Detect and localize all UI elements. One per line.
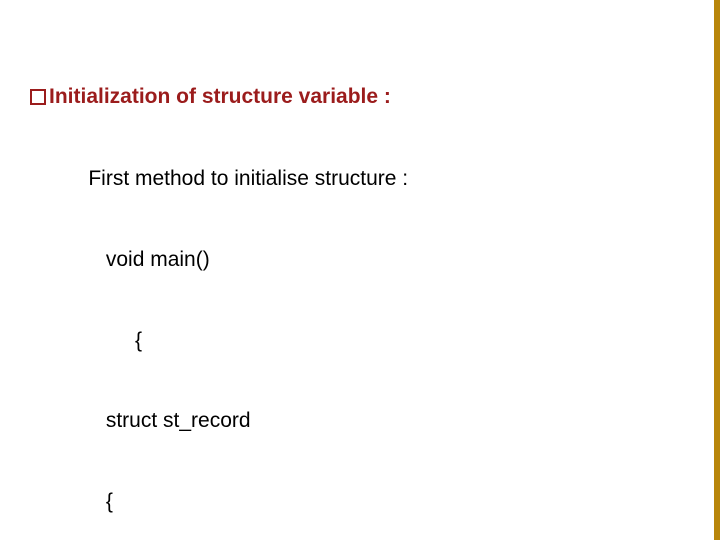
title-line: Initialization of structure variable : — [30, 84, 433, 111]
slide-title: Initialization of structure variable : — [49, 84, 391, 111]
code-line: void main() — [30, 247, 433, 274]
code-line: { — [30, 328, 433, 355]
accent-bar — [714, 0, 720, 540]
slide-content: Initialization of structure variable : F… — [30, 30, 433, 540]
code-line: struct st_record — [30, 408, 433, 435]
slide: Initialization of structure variable : F… — [0, 0, 720, 540]
code-line: First method to initialise structure : — [30, 166, 433, 193]
code-line: { — [30, 489, 433, 516]
square-bullet-icon — [30, 89, 46, 105]
